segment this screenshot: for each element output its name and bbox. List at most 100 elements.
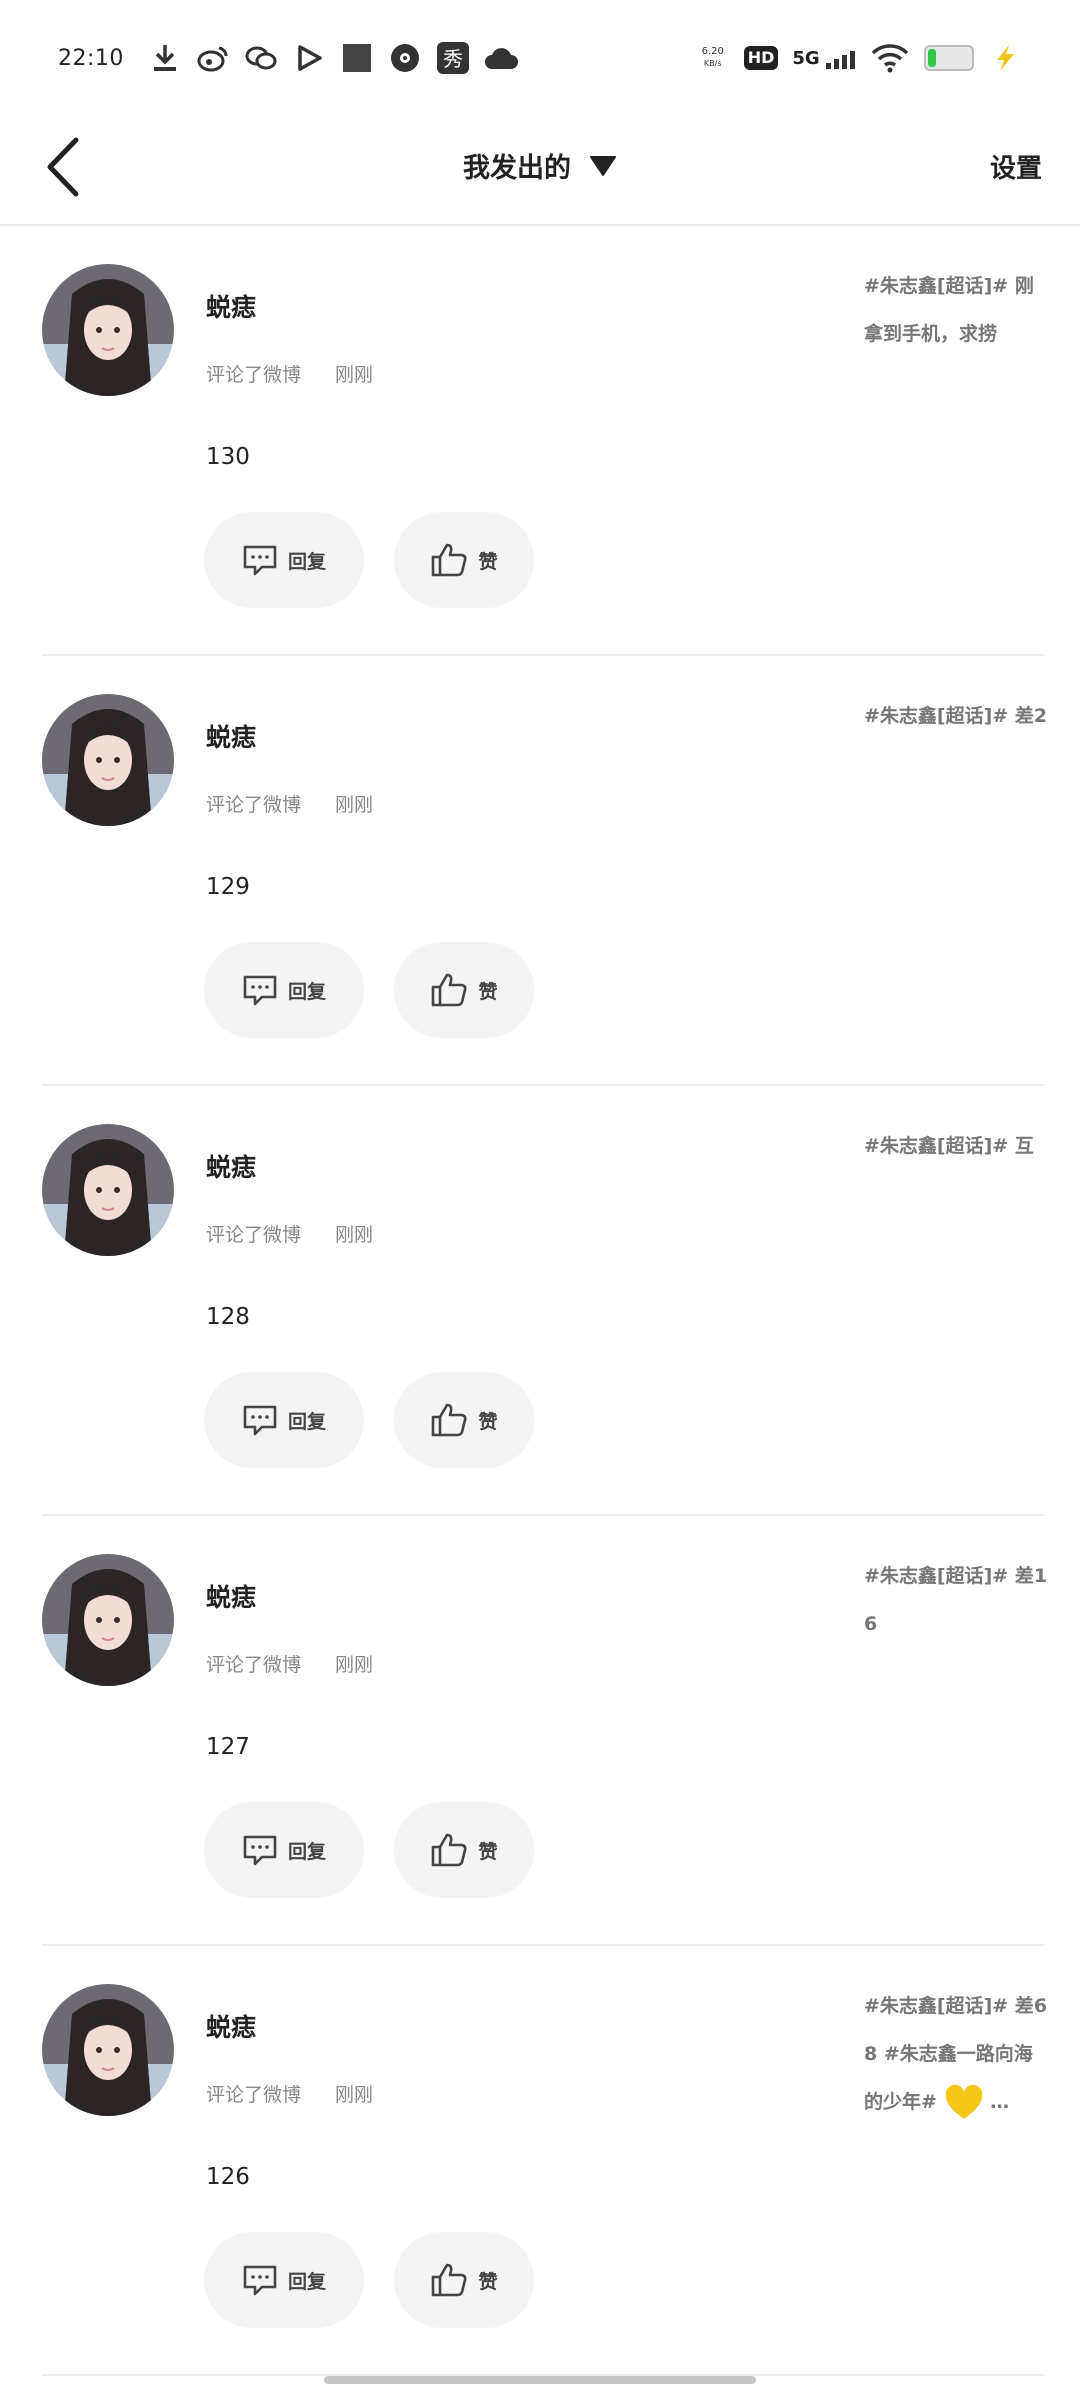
reply-label: 回复	[287, 2270, 326, 2293]
username[interactable]: 蜕痣	[206, 288, 256, 324]
music-icon	[388, 41, 422, 75]
action-text: 评论了微博	[206, 2084, 302, 2106]
screen: 22:10 秀 6.20 KB/s HD 5G 我发出的 设置 蜕痣 评论了微博…	[0, 0, 1080, 2388]
comment-bubble-icon	[243, 1405, 277, 1436]
avatar[interactable]	[42, 1984, 174, 2116]
ellipsis-text: …	[990, 2091, 1010, 2113]
reply-button[interactable]: 回复	[204, 512, 364, 608]
timestamp: 刚刚	[335, 1224, 374, 1246]
comment-meta: 评论了微博 刚刚	[206, 1650, 373, 1677]
comment-text: 128	[206, 1304, 250, 1330]
yellow-heart-icon	[945, 2084, 982, 2119]
action-text: 评论了微博	[206, 794, 302, 816]
comment-meta: 评论了微博 刚刚	[206, 360, 373, 387]
reply-button[interactable]: 回复	[204, 1372, 364, 1468]
like-button[interactable]: 赞	[394, 512, 534, 608]
comment-bubble-icon	[243, 2265, 277, 2296]
network-type: 5G	[792, 47, 820, 69]
avatar[interactable]	[42, 264, 174, 396]
title-dropdown[interactable]: 我发出的	[0, 146, 1080, 185]
comment-bubble-icon	[243, 545, 277, 576]
reply-label: 回复	[287, 1840, 326, 1863]
caret-down-icon	[590, 155, 616, 176]
timestamp: 刚刚	[335, 1654, 374, 1676]
comment-card[interactable]: 蜕痣 评论了微博 刚刚 130 回复 赞 #朱志鑫[超话]# 刚拿到手机，求捞	[0, 226, 1080, 656]
username[interactable]: 蜕痣	[206, 1578, 256, 1614]
original-post-preview[interactable]: #朱志鑫[超话]# 差2	[864, 692, 1050, 740]
timestamp: 刚刚	[335, 794, 374, 816]
reply-label: 回复	[287, 980, 326, 1003]
battery-icon	[924, 45, 974, 71]
reply-button[interactable]: 回复	[204, 2232, 364, 2328]
like-label: 赞	[478, 2270, 498, 2293]
network-speed: 6.20 KB/s	[696, 46, 730, 70]
comment-card[interactable]: 蜕痣 评论了微博 刚刚 127 回复 赞 #朱志鑫[超话]# 差16	[0, 1516, 1080, 1946]
home-indicator[interactable]	[324, 2376, 756, 2384]
avatar[interactable]	[42, 694, 174, 826]
svg-text:秀: 秀	[443, 47, 463, 71]
comment-card[interactable]: 蜕痣 评论了微博 刚刚 126 回复 赞 #朱志鑫[超话]# 差68 #朱志鑫一…	[0, 1946, 1080, 2376]
weibo-icon	[196, 41, 230, 75]
wechat-icon	[244, 41, 278, 75]
comment-bubble-icon	[243, 975, 277, 1006]
like-label: 赞	[478, 1840, 498, 1863]
signal-icon: 5G	[792, 48, 856, 69]
avatar[interactable]	[42, 1554, 174, 1686]
network-speed-unit: KB/s	[703, 59, 722, 68]
action-text: 评论了微博	[206, 364, 302, 386]
like-button[interactable]: 赞	[394, 2232, 534, 2328]
comment-text: 127	[206, 1734, 250, 1760]
comment-text: 130	[206, 444, 250, 470]
original-post-preview[interactable]: #朱志鑫[超话]# 差68 #朱志鑫一路向海的少年# …	[864, 1982, 1050, 2126]
like-label: 赞	[478, 550, 498, 573]
thumbs-up-icon	[432, 2263, 467, 2297]
username[interactable]: 蜕痣	[206, 2008, 256, 2044]
xiu-icon: 秀	[436, 41, 470, 75]
comment-bubble-icon	[243, 1835, 277, 1866]
action-text: 评论了微博	[206, 1654, 302, 1676]
like-button[interactable]: 赞	[394, 942, 534, 1038]
status-bar-left: 22:10 秀	[58, 41, 518, 75]
timestamp: 刚刚	[335, 364, 374, 386]
comment-meta: 评论了微博 刚刚	[206, 790, 373, 817]
page-title: 我发出的	[463, 153, 571, 184]
settings-button[interactable]: 设置	[990, 148, 1042, 185]
reply-button[interactable]: 回复	[204, 942, 364, 1038]
thumbs-up-icon	[432, 1403, 467, 1437]
original-post-preview[interactable]: #朱志鑫[超话]# 刚拿到手机，求捞	[864, 262, 1050, 358]
download-icon	[148, 41, 182, 75]
square-icon	[340, 41, 374, 75]
thumbs-up-icon	[432, 543, 467, 577]
comment-meta: 评论了微博 刚刚	[206, 1220, 373, 1247]
hd-badge: HD	[743, 46, 779, 70]
charging-icon	[988, 41, 1022, 75]
like-button[interactable]: 赞	[394, 1372, 534, 1468]
like-button[interactable]: 赞	[394, 1802, 534, 1898]
reply-label: 回复	[287, 1410, 326, 1433]
like-label: 赞	[478, 1410, 498, 1433]
timestamp: 刚刚	[335, 2084, 374, 2106]
avatar[interactable]	[42, 1124, 174, 1256]
thumbs-up-icon	[432, 1833, 467, 1867]
username[interactable]: 蜕痣	[206, 718, 256, 754]
nav-header: 我发出的 设置	[0, 116, 1080, 226]
original-post-preview[interactable]: #朱志鑫[超话]# 差16	[864, 1552, 1050, 1648]
original-post-preview[interactable]: #朱志鑫[超话]# 互	[864, 1122, 1050, 1170]
status-bar-right: 6.20 KB/s HD 5G	[696, 41, 1022, 75]
comment-card[interactable]: 蜕痣 评论了微博 刚刚 128 回复 赞 #朱志鑫[超话]# 互	[0, 1086, 1080, 1516]
video-icon	[292, 41, 326, 75]
thumbs-up-icon	[432, 973, 467, 1007]
cloud-icon	[484, 41, 518, 75]
comment-text: 126	[206, 2164, 250, 2190]
comment-card[interactable]: 蜕痣 评论了微博 刚刚 129 回复 赞 #朱志鑫[超话]# 差2	[0, 656, 1080, 1086]
reply-button[interactable]: 回复	[204, 1802, 364, 1898]
comment-meta: 评论了微博 刚刚	[206, 2080, 373, 2107]
status-time: 22:10	[58, 45, 124, 71]
username[interactable]: 蜕痣	[206, 1148, 256, 1184]
comment-text: 129	[206, 874, 250, 900]
like-label: 赞	[478, 980, 498, 1003]
status-bar: 22:10 秀 6.20 KB/s HD 5G	[0, 0, 1080, 116]
action-text: 评论了微博	[206, 1224, 302, 1246]
network-speed-value: 6.20	[701, 46, 724, 57]
comment-feed: 蜕痣 评论了微博 刚刚 130 回复 赞 #朱志鑫[超话]# 刚拿到手机，求捞 …	[0, 226, 1080, 2376]
